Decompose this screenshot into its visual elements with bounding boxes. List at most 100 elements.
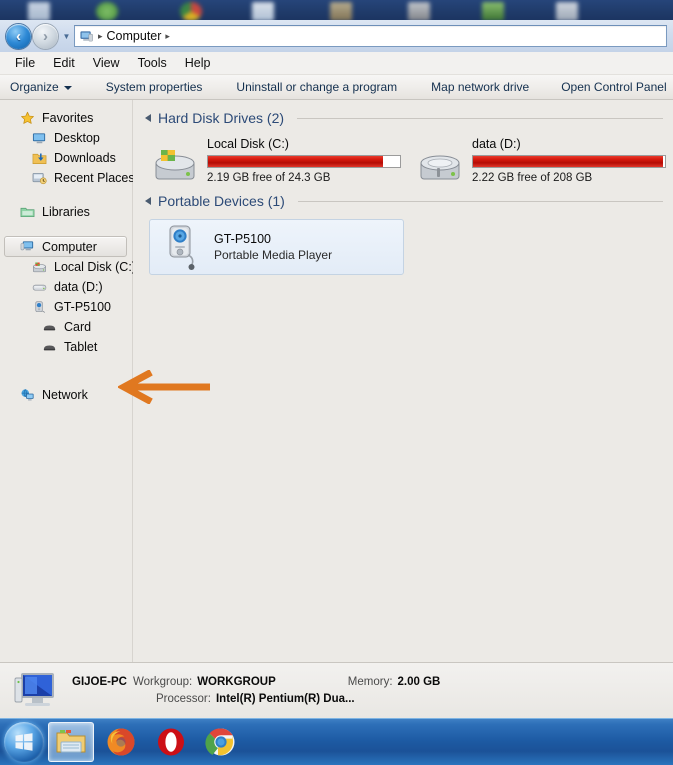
breadcrumb[interactable]: Computer	[107, 29, 162, 43]
sidebar-item-label: Downloads	[54, 151, 116, 165]
sidebar-divider-2	[0, 222, 132, 236]
sidebar-item-label: Libraries	[42, 205, 90, 219]
sidebar-item-label: Local Disk (C:)	[54, 260, 136, 274]
uninstall-or-change-program-button[interactable]: Uninstall or change a program	[236, 80, 397, 94]
drive-item-local-disk-c[interactable]: Local Disk (C:) 2.19 GB free of 24.3 GB	[149, 132, 404, 187]
menu-bar: File Edit View Tools Help	[0, 52, 673, 75]
content-pane: Hard Disk Drives (2) Local Disk (C:) 2.1…	[133, 100, 673, 662]
group-title: Portable Devices (1)	[158, 193, 285, 209]
device-subtitle: Portable Media Player	[214, 248, 333, 262]
sidebar-item-desktop[interactable]: Desktop	[0, 128, 132, 148]
desktop-icon-blurred	[556, 2, 578, 21]
sidebar-item-network[interactable]: Network	[0, 385, 132, 405]
sidebar-item-gt-p5100[interactable]: GT-P5100	[0, 297, 132, 317]
explorer-window: ‹ › ▼ ▸ Computer ▸ File Edit View Tools …	[0, 20, 673, 718]
sidebar-item-favorites[interactable]: Favorites	[0, 108, 132, 128]
desktop-icon-blurred	[180, 2, 202, 21]
desktop-background	[0, 0, 673, 22]
breadcrumb-separator-end[interactable]: ▸	[163, 31, 172, 42]
taskbar	[0, 718, 673, 765]
desktop-icon-blurred	[330, 2, 352, 21]
libraries-folder-icon	[20, 205, 36, 220]
group-rule	[297, 200, 663, 202]
back-arrow-icon[interactable]: ‹	[6, 23, 31, 49]
drive-capacity-fill	[473, 156, 664, 167]
drive-capacity-bar	[207, 155, 401, 168]
sidebar-item-computer[interactable]: Computer	[4, 236, 127, 257]
drive-name: data (D:)	[472, 137, 521, 151]
taskbar-button-opera[interactable]	[148, 722, 194, 762]
sidebar-item-recent-places[interactable]: Recent Places	[0, 168, 135, 188]
menu-item-help[interactable]: Help	[176, 54, 220, 72]
sidebar-item-local-disk-c[interactable]: Local Disk (C:)	[0, 257, 136, 277]
memory-label: Memory:	[347, 676, 393, 688]
breadcrumb-separator: ▸	[98, 30, 103, 41]
taskbar-button-firefox[interactable]	[98, 722, 144, 762]
memory-value: 2.00 GB	[397, 676, 441, 688]
status-line-secondary: Processor: Intel(R) Pentium(R) Dua...	[72, 693, 661, 705]
collapse-triangle-icon[interactable]	[145, 197, 151, 205]
taskbar-button-chrome[interactable]	[198, 722, 244, 762]
sidebar-item-label: Recent Places	[54, 171, 135, 185]
window-body: Favorites Desktop Downloads Recent Place…	[0, 100, 673, 662]
organize-button[interactable]: Organize	[10, 80, 72, 94]
sidebar-item-card[interactable]: Card	[0, 317, 132, 337]
sidebar-item-data-d[interactable]: data (D:)	[0, 277, 132, 297]
storage-card-icon	[42, 320, 58, 335]
windows-start-orb-icon[interactable]	[4, 722, 44, 762]
address-bar: ‹ › ▼ ▸ Computer ▸	[0, 20, 673, 52]
network-icon	[20, 388, 36, 403]
processor-label: Processor:	[156, 693, 211, 705]
map-network-drive-button[interactable]: Map network drive	[431, 80, 529, 94]
drive-icon	[32, 280, 48, 295]
drive-item-data-d[interactable]: data (D:) 2.22 GB free of 208 GB	[414, 132, 669, 187]
menu-item-file[interactable]: File	[6, 54, 44, 72]
workgroup-value: WORKGROUP	[197, 676, 276, 688]
media-player-icon	[158, 223, 204, 271]
menu-item-edit[interactable]: Edit	[44, 54, 84, 72]
sidebar-item-label: Card	[64, 320, 92, 334]
caret-down-icon	[63, 86, 72, 90]
menu-item-tools[interactable]: Tools	[129, 54, 176, 72]
desktop-icon-blurred	[28, 2, 50, 21]
menu-item-view[interactable]: View	[84, 54, 129, 72]
computer-icon	[79, 30, 94, 43]
forward-arrow-icon[interactable]: ›	[33, 23, 58, 49]
drive-name: Local Disk (C:)	[207, 137, 289, 151]
organize-label: Organize	[10, 80, 59, 94]
sidebar-divider-4	[0, 371, 132, 385]
address-input[interactable]: ▸ Computer ▸	[74, 25, 667, 47]
drive-info: data (D:) 2.22 GB free of 208 GB	[472, 135, 666, 184]
sidebar-item-tablet[interactable]: Tablet	[0, 337, 132, 357]
chrome-icon	[205, 726, 237, 758]
sidebar-item-downloads[interactable]: Downloads	[0, 148, 132, 168]
portable-devices-group-header[interactable]: Portable Devices (1)	[145, 193, 673, 209]
toolbar: Organize System properties Uninstall or …	[0, 75, 673, 100]
device-name: GT-P5100	[214, 232, 271, 246]
hard-disk-drives-group-header[interactable]: Hard Disk Drives (2)	[145, 110, 673, 126]
drive-free-space: 2.19 GB free of 24.3 GB	[207, 172, 331, 184]
drive-capacity-fill	[208, 156, 383, 167]
desktop-icon-blurred	[96, 2, 118, 21]
storage-card-icon	[42, 340, 58, 355]
desktop-icon	[32, 131, 48, 146]
open-control-panel-button[interactable]: Open Control Panel	[561, 80, 666, 94]
sidebar-item-label: Computer	[42, 239, 97, 254]
collapse-triangle-icon[interactable]	[145, 114, 151, 122]
chevron-down-icon[interactable]: ▼	[60, 32, 73, 41]
desktop-icon-blurred	[252, 2, 274, 21]
taskbar-button-file-explorer[interactable]	[48, 722, 94, 762]
system-properties-button[interactable]: System properties	[106, 80, 203, 94]
drive-capacity-bar	[472, 155, 666, 168]
group-rule	[297, 117, 663, 119]
workgroup-label: Workgroup:	[132, 676, 193, 688]
file-explorer-icon	[55, 726, 87, 758]
recent-places-icon	[32, 171, 48, 186]
sidebar-divider-3	[0, 357, 132, 371]
device-item-gt-p5100[interactable]: GT-P5100 Portable Media Player	[149, 219, 404, 275]
downloads-icon	[32, 151, 48, 166]
sidebar-item-libraries[interactable]: Libraries	[0, 202, 132, 222]
computer-icon	[20, 239, 36, 254]
navigation-pane: Favorites Desktop Downloads Recent Place…	[0, 100, 136, 662]
windows-hard-disk-icon	[152, 144, 198, 184]
